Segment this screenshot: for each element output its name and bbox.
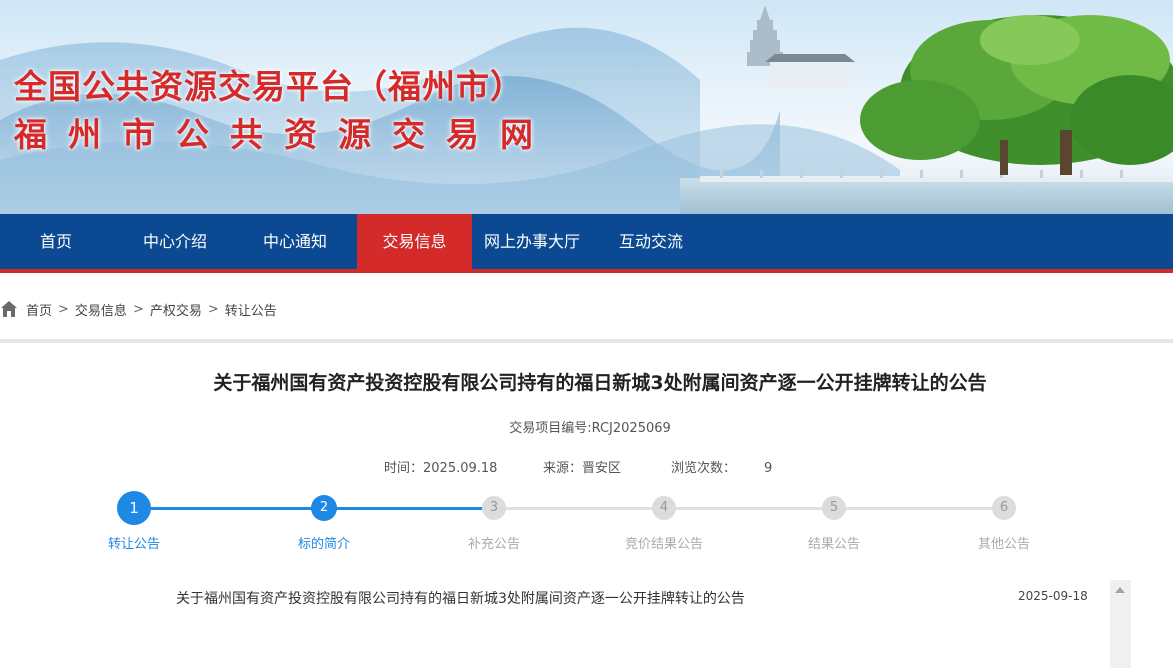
step-1-circle[interactable]: 1 [117, 491, 151, 525]
step-2-circle[interactable]: 2 [311, 495, 337, 521]
scrollbar[interactable] [1110, 580, 1131, 668]
nav-item-interaction[interactable]: 互动交流 [596, 214, 706, 269]
breadcrumb-transfer-notice[interactable]: 转让公告 [225, 300, 277, 319]
views-value: 9 [764, 461, 773, 476]
breadcrumb-separator: > [58, 301, 69, 317]
scroll-up-icon[interactable] [1115, 587, 1125, 593]
nav-underline [0, 269, 1173, 273]
nav-item-online-hall[interactable]: 网上办事大厅 [474, 214, 590, 269]
nav-item-home[interactable]: 首页 [0, 214, 112, 269]
source: 来源：晋安区 [543, 457, 621, 476]
step-4-circle[interactable]: 4 [652, 496, 676, 520]
views-label: 浏览次数： [671, 461, 737, 476]
page-title: 关于福州国有资产投资控股有限公司持有的福日新城3处附属间资产逐一公开挂牌转让的公… [213, 372, 987, 394]
nav-item-center-intro[interactable]: 中心介绍 [118, 214, 232, 269]
breadcrumb: 首页 > 交易信息 > 产权交易 > 转让公告 [0, 298, 277, 320]
site-title-line1: 全国公共资源交易平台（福州市） [14, 67, 524, 106]
step-3-circle[interactable]: 3 [482, 496, 506, 520]
step-6-circle[interactable]: 6 [992, 496, 1016, 520]
notice-link[interactable]: 关于福州国有资产投资控股有限公司持有的福日新城3处附属间资产逐一公开挂牌转让的公… [176, 588, 745, 608]
breadcrumb-separator: > [207, 301, 219, 317]
breadcrumb-trade-info[interactable]: 交易信息 [75, 300, 127, 319]
step-4-label[interactable]: 竞价结果公告 [604, 533, 724, 552]
section-divider [0, 339, 1173, 343]
breadcrumb-home[interactable]: 首页 [26, 300, 52, 319]
step-1-label[interactable]: 转让公告 [74, 533, 194, 552]
project-number: 交易项目编号:RCJ2025069 [509, 421, 671, 436]
view-count: 浏览次数： 9 [671, 457, 772, 476]
step-3-label[interactable]: 补充公告 [434, 533, 554, 552]
breadcrumb-property-trade[interactable]: 产权交易 [150, 300, 202, 319]
step-5-circle[interactable]: 5 [822, 496, 846, 520]
step-6-label[interactable]: 其他公告 [944, 533, 1064, 552]
step-2-label[interactable]: 标的简介 [264, 533, 384, 552]
nav-item-trade-info[interactable]: 交易信息 [357, 214, 472, 269]
source-label: 来源： [543, 461, 583, 476]
steps-progress-pending [494, 507, 1004, 510]
site-title-line2: 福州市公共资源交易网 [14, 115, 554, 154]
time-value: 2025.09.18 [423, 461, 498, 476]
notice-date: 2025-09-18 [1018, 589, 1088, 603]
header-banner: 全国公共资源交易平台（福州市） 福州市公共资源交易网 [0, 0, 1173, 214]
nav-item-center-notice[interactable]: 中心通知 [238, 214, 352, 269]
step-5-label[interactable]: 结果公告 [774, 533, 894, 552]
time-label: 时间： [384, 461, 424, 476]
home-icon[interactable] [0, 300, 18, 318]
publish-time: 时间：2025.09.18 [384, 457, 497, 476]
source-value: 晋安区 [582, 461, 622, 476]
breadcrumb-separator: > [132, 301, 144, 317]
main-nav: 首页 中心介绍 中心通知 交易信息 网上办事大厅 互动交流 [0, 214, 1173, 269]
